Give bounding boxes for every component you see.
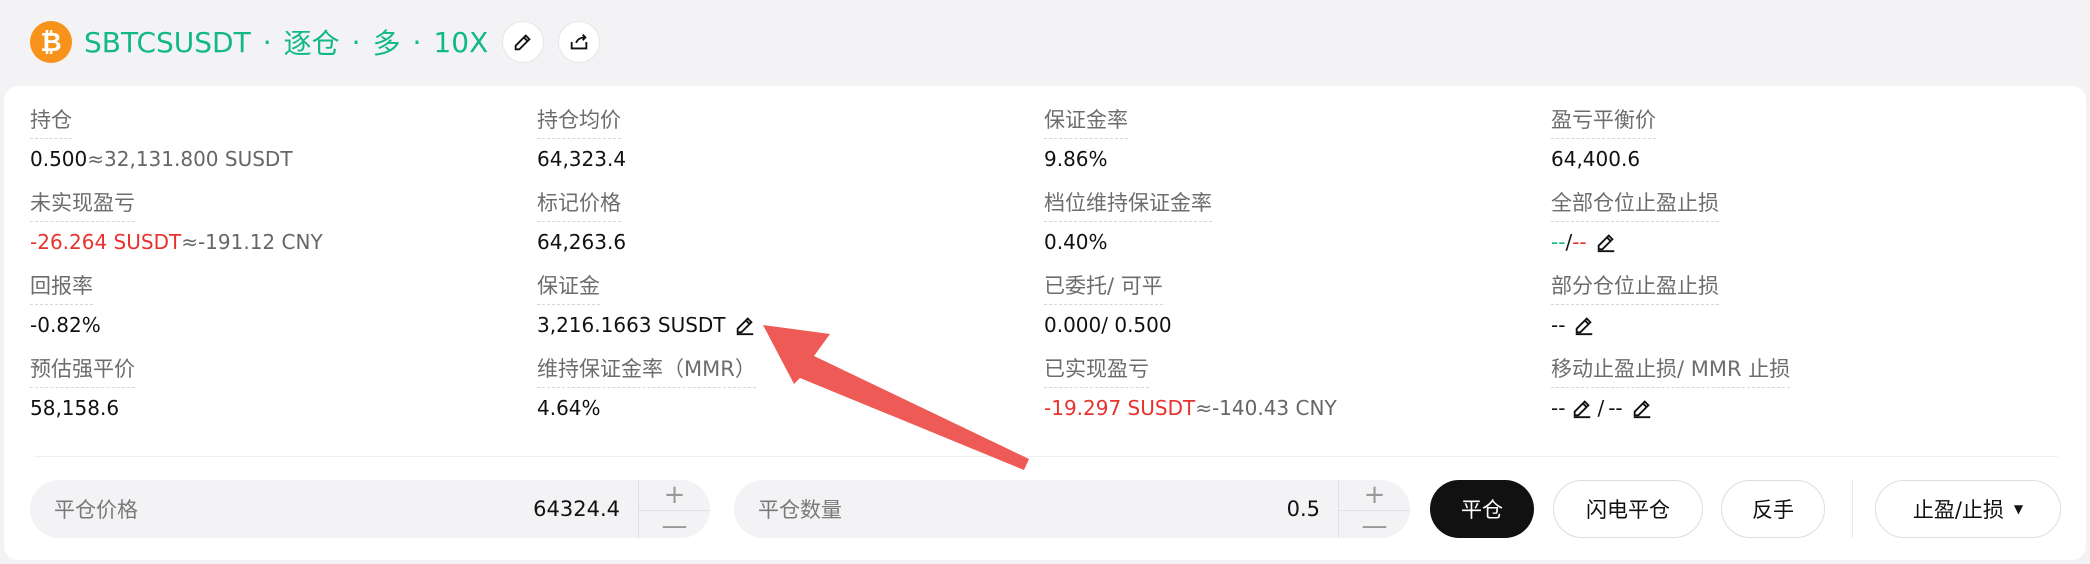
stat-breakeven: 盈亏平衡价 64,400.6 [1551,108,1656,171]
separator: · [351,25,361,59]
close-qty-input[interactable]: 平仓数量 0.5 + — [734,480,1410,541]
separator: · [412,25,422,59]
stat-unrealized-pnl: 未实现盈亏 -26.264 SUSDT ≈-191.12 CNY [30,191,323,254]
full-tp-value: -- [1551,230,1566,254]
stat-margin-ratio: 保证金率 9.86% [1044,108,1128,171]
realized-pnl-cny: ≈-140.43 CNY [1195,396,1337,420]
tpsl-dropdown-button[interactable]: 止盈/止损 ▼ [1875,480,2061,538]
stat-liq-price: 预估强平价 58,158.6 [30,357,135,420]
partial-tpsl-value: -- [1551,313,1566,337]
symbol-name: SBTCSUSDT [84,25,251,59]
edit-leverage-button[interactable] [502,21,545,63]
position-card: 持仓 0.500 ≈32,131.800 SUSDT 持仓均价 64,323.4… [4,86,2086,560]
close-qty-stepper: + — [1338,480,1410,541]
stat-entrusted: 已委托/ 可平 0.000/ 0.500 [1044,274,1172,337]
full-sl-value: -- [1572,230,1587,254]
realized-pnl-value: -19.297 SUSDT [1044,396,1196,420]
reverse-button[interactable]: 反手 [1721,480,1825,538]
unrealized-pnl-cny: ≈-191.12 CNY [181,230,323,254]
close-price-input[interactable]: 平仓价格 64324.4 + — [30,480,710,541]
edit-icon [1576,317,1593,336]
increase-price-button[interactable]: + [639,480,710,511]
close-position-button[interactable]: 平仓 [1430,480,1534,538]
share-button[interactable] [558,21,601,63]
stat-tier-mmr: 档位维持保证金率 0.40% [1044,191,1212,254]
increase-qty-button[interactable]: + [1339,480,1410,511]
decrease-qty-button[interactable]: — [1339,511,1410,541]
position-value: ≈32,131.800 SUSDT [87,147,293,171]
unrealized-pnl-value: -26.264 SUSDT [30,230,182,254]
edit-trailing-tpsl-button[interactable] [1571,397,1593,419]
margin-value: 3,216.1663 SUSDT [537,313,726,337]
stat-trailing-tpsl: 移动止盈止损/ MMR 止损 -- / -- [1551,357,1791,420]
margin-mode: 逐仓 [283,27,340,60]
flash-close-button[interactable]: 闪电平仓 [1553,480,1703,538]
edit-margin-button[interactable] [734,314,756,336]
stat-full-tpsl: 全部仓位止盈止损 -- / -- [1551,191,1719,254]
edit-icon [1597,234,1614,253]
stat-realized-pnl: 已实现盈亏 -19.297 SUSDT ≈-140.43 CNY [1044,357,1337,420]
close-price-stepper: + — [638,480,710,541]
separator [1852,480,1853,538]
leverage: 10X [433,25,489,59]
position-header: ₿ SBTCSUSDT · 逐仓 · 多 · 10X [30,20,601,64]
stat-mark-price: 标记价格 64,263.6 [537,191,627,254]
btc-coin-icon: ₿ [30,21,72,63]
edit-icon [1574,400,1591,419]
edit-mmr-stop-button[interactable] [1631,397,1653,419]
stat-partial-tpsl: 部分仓位止盈止损 -- [1551,274,1719,337]
position-side: 多 [372,27,401,60]
stat-position: 持仓 0.500 ≈32,131.800 SUSDT [30,108,293,171]
share-icon [571,34,588,50]
stat-mmr: 维持保证金率（MMR） 4.64% [537,357,756,420]
caret-down-icon: ▼ [2013,502,2024,516]
edit-partial-tpsl-button[interactable] [1573,314,1595,336]
stat-avg-price: 持仓均价 64,323.4 [537,108,627,171]
separator: · [262,25,272,59]
decrease-price-button[interactable]: — [639,511,710,541]
edit-full-tpsl-button[interactable] [1595,231,1617,253]
edit-icon [736,317,753,336]
stat-margin: 保证金 3,216.1663 SUSDT [537,272,756,339]
divider [34,456,2058,457]
stat-roe: 回报率 -0.82% [30,274,101,337]
position-qty: 0.500 [30,147,88,171]
edit-icon [1633,400,1650,419]
edit-icon [515,34,531,51]
